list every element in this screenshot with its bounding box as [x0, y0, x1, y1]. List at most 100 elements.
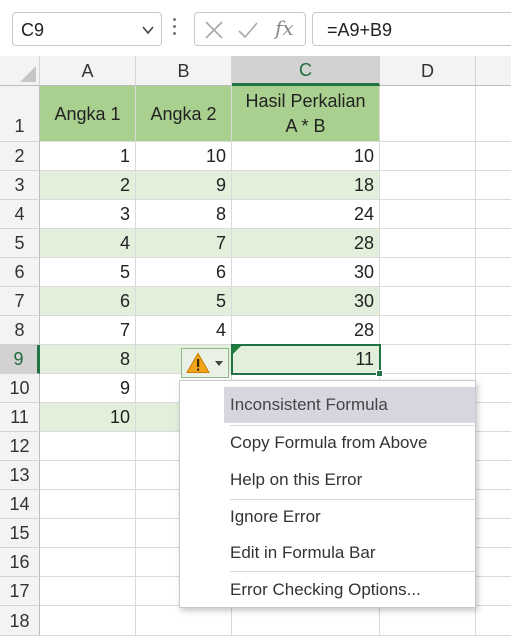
name-box[interactable]: C9 — [12, 12, 162, 46]
row-header-6[interactable]: 6 — [0, 258, 40, 287]
cell-d18[interactable] — [380, 606, 476, 636]
menu-item-edit-formula-bar[interactable]: Edit in Formula Bar — [224, 535, 475, 571]
cell-d2[interactable] — [380, 142, 476, 171]
row-header-17[interactable]: 17 — [0, 577, 40, 606]
menu-item-help[interactable]: Help on this Error — [224, 462, 475, 498]
column-header-b[interactable]: B — [136, 56, 232, 86]
error-checking-button[interactable] — [181, 348, 229, 378]
cell-c1[interactable]: Hasil Perkalian A * B — [232, 86, 380, 142]
cell-e12[interactable] — [476, 432, 511, 461]
menu-item-error-checking-options[interactable]: Error Checking Options... — [224, 572, 475, 608]
select-all-corner[interactable] — [0, 56, 40, 86]
cell-a12[interactable] — [40, 432, 136, 461]
cell-d9[interactable] — [380, 345, 476, 374]
cell-a13[interactable] — [40, 461, 136, 490]
cell-e2[interactable] — [476, 142, 511, 171]
cell-d1[interactable] — [380, 86, 476, 142]
column-header-a[interactable]: A — [40, 56, 136, 86]
column-header-c[interactable]: C — [232, 56, 380, 86]
cell-a18[interactable] — [40, 606, 136, 636]
formula-input[interactable]: =A9+B9 — [312, 12, 511, 46]
cell-b6[interactable]: 6 — [136, 258, 232, 287]
close-icon[interactable] — [203, 19, 225, 41]
dropdown-arrow-icon[interactable] — [214, 360, 224, 368]
cell-e6[interactable] — [476, 258, 511, 287]
row-header-2[interactable]: 2 — [0, 142, 40, 171]
cell-e18[interactable] — [476, 606, 511, 636]
cell-e4[interactable] — [476, 200, 511, 229]
cell-c2[interactable]: 10 — [232, 142, 380, 171]
menu-item-ignore-error[interactable]: Ignore Error — [224, 499, 475, 535]
row-header-18[interactable]: 18 — [0, 606, 40, 636]
cell-e7[interactable] — [476, 287, 511, 316]
cell-a17[interactable] — [40, 577, 136, 606]
cell-a2[interactable]: 1 — [40, 142, 136, 171]
cell-a11[interactable]: 10 — [40, 403, 136, 432]
cell-e8[interactable] — [476, 316, 511, 345]
cell-a1[interactable]: Angka 1 — [40, 86, 136, 142]
row-header-16[interactable]: 16 — [0, 548, 40, 577]
fill-handle[interactable] — [376, 370, 383, 377]
row-header-3[interactable]: 3 — [0, 171, 40, 200]
row-header-13[interactable]: 13 — [0, 461, 40, 490]
row-header-4[interactable]: 4 — [0, 200, 40, 229]
cell-a14[interactable] — [40, 490, 136, 519]
chevron-down-icon[interactable] — [141, 23, 155, 37]
cell-e16[interactable] — [476, 548, 511, 577]
cell-b2[interactable]: 10 — [136, 142, 232, 171]
cell-d7[interactable] — [380, 287, 476, 316]
column-header-d[interactable]: D — [380, 56, 476, 86]
check-icon[interactable] — [237, 19, 259, 41]
cell-c6[interactable]: 30 — [232, 258, 380, 287]
row-header-11[interactable]: 11 — [0, 403, 40, 432]
cell-b8[interactable]: 4 — [136, 316, 232, 345]
cell-c8[interactable]: 28 — [232, 316, 380, 345]
cell-a7[interactable]: 6 — [40, 287, 136, 316]
cell-c4[interactable]: 24 — [232, 200, 380, 229]
cell-a5[interactable]: 4 — [40, 229, 136, 258]
row-header-12[interactable]: 12 — [0, 432, 40, 461]
row-header-1[interactable]: 1 — [0, 86, 40, 142]
cell-b18[interactable] — [136, 606, 232, 636]
formula-bar-grip-icon[interactable] — [172, 18, 178, 38]
cell-a16[interactable] — [40, 548, 136, 577]
row-header-10[interactable]: 10 — [0, 374, 40, 403]
cell-e15[interactable] — [476, 519, 511, 548]
cell-a4[interactable]: 3 — [40, 200, 136, 229]
row-header-9[interactable]: 9 — [0, 345, 40, 374]
cell-b1[interactable]: Angka 2 — [136, 86, 232, 142]
cell-e17[interactable] — [476, 577, 511, 606]
cell-e1[interactable] — [476, 86, 511, 142]
row-header-14[interactable]: 14 — [0, 490, 40, 519]
cell-b4[interactable]: 8 — [136, 200, 232, 229]
cell-c5[interactable]: 28 — [232, 229, 380, 258]
cell-a10[interactable]: 9 — [40, 374, 136, 403]
cell-c18[interactable] — [232, 606, 380, 636]
cell-d5[interactable] — [380, 229, 476, 258]
cell-a15[interactable] — [40, 519, 136, 548]
cell-a3[interactable]: 2 — [40, 171, 136, 200]
cell-d6[interactable] — [380, 258, 476, 287]
cell-e9[interactable] — [476, 345, 511, 374]
row-header-15[interactable]: 15 — [0, 519, 40, 548]
cell-b3[interactable]: 9 — [136, 171, 232, 200]
cell-a9[interactable]: 8 — [40, 345, 136, 374]
cell-d3[interactable] — [380, 171, 476, 200]
cell-e11[interactable] — [476, 403, 511, 432]
cell-e13[interactable] — [476, 461, 511, 490]
row-header-8[interactable]: 8 — [0, 316, 40, 345]
row-header-7[interactable]: 7 — [0, 287, 40, 316]
column-header-e[interactable] — [476, 56, 511, 86]
cell-d8[interactable] — [380, 316, 476, 345]
cell-a6[interactable]: 5 — [40, 258, 136, 287]
cell-c3[interactable]: 18 — [232, 171, 380, 200]
insert-function-icon[interactable]: fx — [275, 16, 294, 40]
cell-e3[interactable] — [476, 171, 511, 200]
cell-e10[interactable] — [476, 374, 511, 403]
cell-d4[interactable] — [380, 200, 476, 229]
cell-e14[interactable] — [476, 490, 511, 519]
cell-e5[interactable] — [476, 229, 511, 258]
cell-b5[interactable]: 7 — [136, 229, 232, 258]
row-header-5[interactable]: 5 — [0, 229, 40, 258]
cell-b7[interactable]: 5 — [136, 287, 232, 316]
